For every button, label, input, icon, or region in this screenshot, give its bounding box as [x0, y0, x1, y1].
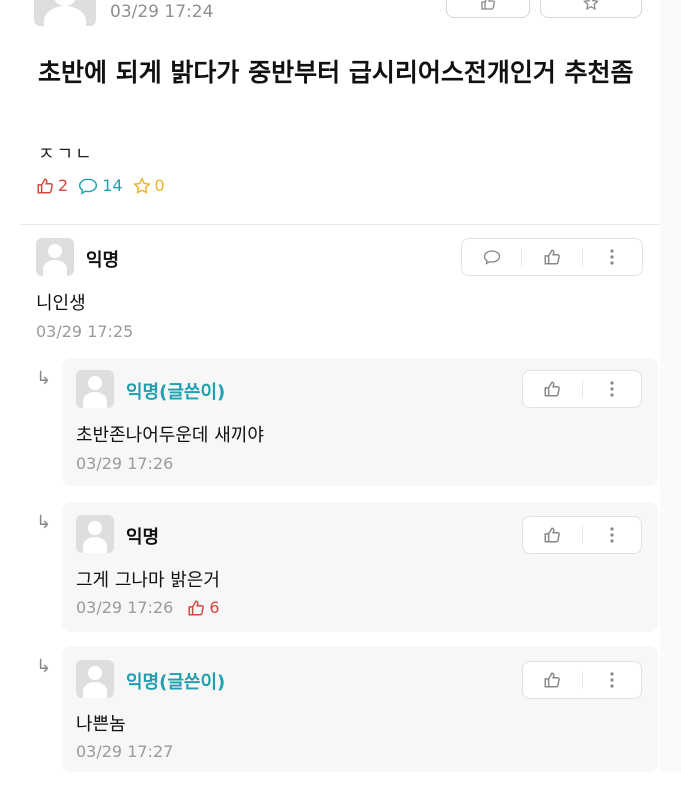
star-icon [132, 176, 151, 194]
vote-count: 6 [187, 598, 220, 617]
star-icon [583, 0, 599, 11]
thumbs-up-icon [188, 600, 205, 615]
like-comment-button[interactable] [522, 239, 581, 275]
more-vertical-icon [610, 381, 614, 397]
post-time: 03/29 17:24 [110, 2, 214, 22]
reply-button[interactable] [462, 239, 521, 275]
reply-time: 03/29 17:27 [76, 742, 173, 761]
thumbs-up-icon [481, 0, 495, 10]
avatar [76, 660, 114, 698]
comment-count: 14 [102, 176, 123, 195]
reply-text: 나쁜놈 [76, 714, 126, 735]
reply-time: 03/29 17:26 [76, 454, 173, 473]
page-bottom [0, 772, 681, 785]
avatar [76, 370, 114, 408]
thumbs-up-icon [544, 672, 561, 688]
more-vertical-icon [610, 672, 614, 688]
like-stat: 2 [36, 176, 68, 195]
thumbs-up-icon [544, 381, 561, 397]
like-count: 2 [58, 176, 69, 195]
avatar [36, 238, 74, 276]
reply-actions [522, 661, 642, 699]
reply-text: 초반존나어두운데 새끼야 [76, 425, 264, 446]
thumbs-up-icon [544, 527, 561, 543]
like-post-button[interactable] [446, 0, 530, 18]
post-stats: 2 14 0 [36, 176, 165, 195]
reply-actions [522, 516, 642, 554]
more-button[interactable] [583, 371, 642, 407]
like-reply-button[interactable] [523, 662, 582, 698]
reply-arrow-icon: ↳ [36, 656, 52, 677]
more-button[interactable] [583, 239, 642, 275]
speech-bubble-icon [483, 250, 500, 265]
more-button[interactable] [583, 517, 642, 553]
reply-time-text: 03/29 17:26 [76, 454, 174, 473]
vote-count-text: 6 [209, 598, 220, 617]
reply-arrow-icon: ↳ [36, 512, 52, 533]
reply-author: 익명 [126, 527, 160, 548]
like-reply-button[interactable] [523, 371, 582, 407]
comment-time-text: 03/29 17:25 [36, 322, 134, 341]
reply-time: 03/29 17:26 6 [76, 598, 220, 617]
more-vertical-icon [610, 527, 614, 543]
scrap-stat: 0 [132, 176, 165, 195]
thumbs-up-icon [544, 249, 560, 265]
comment-actions [461, 238, 643, 276]
speech-bubble-icon [79, 178, 98, 195]
scrap-count: 0 [154, 176, 165, 195]
divider [20, 224, 662, 225]
page-edge [660, 0, 681, 785]
avatar [76, 515, 114, 553]
reply-author: 익명(글쓴이) [126, 672, 226, 693]
reply-time-text: 03/29 17:26 [76, 598, 174, 617]
more-button[interactable] [583, 662, 642, 698]
scrap-post-button[interactable] [540, 0, 642, 18]
post-title: 초반에 되게 밝다가 중반부터 급시리어스전개인거 추천좀 [38, 58, 634, 87]
reply-arrow-icon: ↳ [36, 368, 52, 389]
comment-author: 익명 [86, 250, 120, 271]
reply-actions [522, 370, 642, 408]
reply-author: 익명(글쓴이) [126, 382, 226, 403]
author-avatar [34, 0, 96, 26]
post-body: ㅈㄱㄴ [38, 144, 94, 165]
comment-time: 03/29 17:25 [36, 322, 133, 341]
like-reply-button[interactable] [523, 517, 582, 553]
thumbs-up-icon [37, 178, 53, 193]
more-vertical-icon [610, 249, 614, 265]
comment-text: 니인생 [36, 293, 86, 314]
reply-time-text: 03/29 17:27 [76, 742, 174, 761]
comment-stat: 14 [78, 176, 123, 195]
reply-text: 그게 그나마 밝은거 [76, 570, 220, 591]
